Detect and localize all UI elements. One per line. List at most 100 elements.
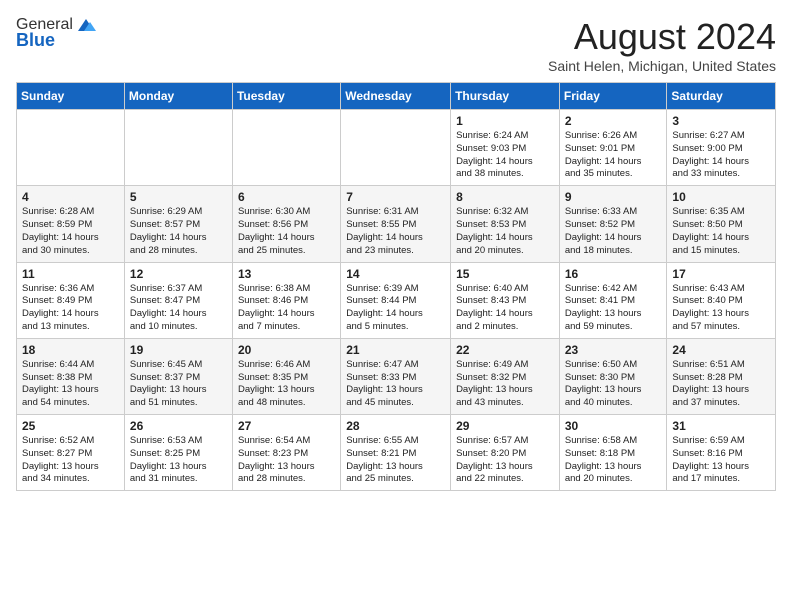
calendar-cell-w1d6: 10Sunrise: 6:35 AMSunset: 8:50 PMDayligh…: [667, 186, 776, 262]
cell-line-3: and 37 minutes.: [672, 397, 740, 408]
day-number: 3: [672, 114, 770, 128]
day-number: 17: [672, 267, 770, 281]
day-number: 24: [672, 343, 770, 357]
cell-line-2: Daylight: 13 hours: [565, 384, 642, 395]
title-block: August 2024 Saint Helen, Michigan, Unite…: [548, 16, 776, 74]
cell-text: Sunrise: 6:51 AMSunset: 8:28 PMDaylight:…: [672, 359, 770, 410]
cell-line-3: and 22 minutes.: [456, 473, 524, 484]
cell-text: Sunrise: 6:26 AMSunset: 9:01 PMDaylight:…: [565, 130, 662, 181]
cell-line-1: Sunset: 8:33 PM: [346, 372, 416, 383]
logo: General Blue: [16, 16, 96, 51]
week-row-4: 25Sunrise: 6:52 AMSunset: 8:27 PMDayligh…: [17, 415, 776, 491]
cell-text: Sunrise: 6:46 AMSunset: 8:35 PMDaylight:…: [238, 359, 335, 410]
cell-line-3: and 30 minutes.: [22, 245, 90, 256]
cell-text: Sunrise: 6:42 AMSunset: 8:41 PMDaylight:…: [565, 283, 662, 334]
calendar-cell-w2d2: 13 Sunrise: 6:38 AMSunset: 8:46 PMDayligh…: [232, 262, 340, 338]
day-number: 14: [346, 267, 445, 281]
cell-line-0: Sunrise: 6:46 AM: [238, 359, 310, 370]
cell-line-0: Sunrise: 6:27 AM: [672, 130, 744, 141]
cell-line-1: Sunset: 8:38 PM: [22, 372, 92, 383]
cell-line-3: and 38 minutes.: [456, 168, 524, 179]
cell-text: Sunrise: 6:49 AMSunset: 8:32 PMDaylight:…: [456, 359, 554, 410]
calendar-cell-w0d4: 1Sunrise: 6:24 AMSunset: 9:03 PMDaylight…: [451, 110, 560, 186]
cell-line-0: Sunrise: 6:58 AM: [565, 435, 637, 446]
cell-text: Sunrise: 6:57 AMSunset: 8:20 PMDaylight:…: [456, 435, 554, 486]
cell-text: Sunrise: 6:27 AMSunset: 9:00 PMDaylight:…: [672, 130, 770, 181]
cell-line-3: and 28 minutes.: [130, 245, 198, 256]
cell-line-3: and 7 minutes.: [238, 321, 300, 332]
cell-line-0: Sunrise: 6:30 AM: [238, 206, 310, 217]
day-number: 13: [238, 267, 335, 281]
calendar-cell-w0d3: [341, 110, 451, 186]
cell-line-0: Sunrise: 6:32 AM: [456, 206, 528, 217]
cell-line-1: Sunset: 8:49 PM: [22, 295, 92, 306]
cell-text: Sunrise: 6:52 AMSunset: 8:27 PMDaylight:…: [22, 435, 119, 486]
day-number: 6: [238, 190, 335, 204]
cell-line-2: Daylight: 13 hours: [22, 384, 99, 395]
cell-line-2: Daylight: 13 hours: [346, 384, 423, 395]
calendar-cell-w4d5: 30 Sunrise: 6:58 AMSunset: 8:18 PMDayligh…: [559, 415, 667, 491]
calendar-cell-w3d5: 23Sunrise: 6:50 AMSunset: 8:30 PMDayligh…: [559, 338, 667, 414]
weekday-header-tuesday: Tuesday: [232, 83, 340, 110]
cell-text: Sunrise: 6:58 AMSunset: 8:18 PMDaylight:…: [565, 435, 662, 486]
cell-line-3: and 33 minutes.: [672, 168, 740, 179]
calendar-cell-w1d4: 8Sunrise: 6:32 AMSunset: 8:53 PMDaylight…: [451, 186, 560, 262]
cell-line-0: Sunrise: 6:26 AM: [565, 130, 637, 141]
cell-line-2: Daylight: 13 hours: [672, 308, 749, 319]
cell-line-2: Daylight: 14 hours: [565, 232, 642, 243]
cell-line-1: Sunset: 8:57 PM: [130, 219, 200, 230]
cell-text: Sunrise: 6:35 AMSunset: 8:50 PMDaylight:…: [672, 206, 770, 257]
weekday-header-friday: Friday: [559, 83, 667, 110]
cell-line-0: Sunrise: 6:52 AM: [22, 435, 94, 446]
cell-line-1: Sunset: 9:03 PM: [456, 143, 526, 154]
cell-line-1: Sunset: 9:01 PM: [565, 143, 635, 154]
day-number: 30: [565, 419, 662, 433]
location-text: Saint Helen, Michigan, United States: [548, 58, 776, 74]
cell-line-3: and 2 minutes.: [456, 321, 518, 332]
cell-line-2: Daylight: 13 hours: [130, 461, 207, 472]
day-number: 2: [565, 114, 662, 128]
cell-line-1: Sunset: 8:16 PM: [672, 448, 742, 459]
week-row-1: 4Sunrise: 6:28 AMSunset: 8:59 PMDaylight…: [17, 186, 776, 262]
cell-text: Sunrise: 6:37 AMSunset: 8:47 PMDaylight:…: [130, 283, 227, 334]
weekday-header-saturday: Saturday: [667, 83, 776, 110]
cell-text: Sunrise: 6:40 AMSunset: 8:43 PMDaylight:…: [456, 283, 554, 334]
cell-text: Sunrise: 6:53 AMSunset: 8:25 PMDaylight:…: [130, 435, 227, 486]
calendar-cell-w2d3: 14 Sunrise: 6:39 AMSunset: 8:44 PMDayligh…: [341, 262, 451, 338]
page-header: General Blue August 2024 Saint Helen, Mi…: [16, 16, 776, 74]
calendar-cell-w3d2: 20Sunrise: 6:46 AMSunset: 8:35 PMDayligh…: [232, 338, 340, 414]
cell-text: Sunrise: 6:47 AMSunset: 8:33 PMDaylight:…: [346, 359, 445, 410]
cell-line-3: and 31 minutes.: [130, 473, 198, 484]
cell-line-1: Sunset: 8:41 PM: [565, 295, 635, 306]
cell-text: Sunrise: 6:59 AMSunset: 8:16 PMDaylight:…: [672, 435, 770, 486]
cell-line-0: Sunrise: 6:35 AM: [672, 206, 744, 217]
cell-line-1: Sunset: 8:30 PM: [565, 372, 635, 383]
cell-text: Sunrise: 6:38 AMSunset: 8:46 PMDaylight:…: [238, 283, 335, 334]
cell-text: Sunrise: 6:30 AMSunset: 8:56 PMDaylight:…: [238, 206, 335, 257]
cell-line-2: Daylight: 13 hours: [456, 461, 533, 472]
cell-line-0: Sunrise: 6:42 AM: [565, 283, 637, 294]
cell-line-3: and 28 minutes.: [238, 473, 306, 484]
month-title: August 2024: [548, 16, 776, 58]
cell-line-1: Sunset: 8:56 PM: [238, 219, 308, 230]
day-number: 1: [456, 114, 554, 128]
day-number: 28: [346, 419, 445, 433]
cell-line-0: Sunrise: 6:37 AM: [130, 283, 202, 294]
cell-line-1: Sunset: 8:37 PM: [130, 372, 200, 383]
cell-line-0: Sunrise: 6:44 AM: [22, 359, 94, 370]
cell-line-0: Sunrise: 6:59 AM: [672, 435, 744, 446]
cell-text: Sunrise: 6:39 AMSunset: 8:44 PMDaylight:…: [346, 283, 445, 334]
cell-line-1: Sunset: 8:20 PM: [456, 448, 526, 459]
day-number: 15: [456, 267, 554, 281]
cell-line-0: Sunrise: 6:39 AM: [346, 283, 418, 294]
day-number: 16: [565, 267, 662, 281]
cell-line-3: and 51 minutes.: [130, 397, 198, 408]
cell-line-2: Daylight: 13 hours: [672, 384, 749, 395]
cell-text: Sunrise: 6:55 AMSunset: 8:21 PMDaylight:…: [346, 435, 445, 486]
calendar-cell-w0d1: [124, 110, 232, 186]
calendar-cell-w3d4: 22Sunrise: 6:49 AMSunset: 8:32 PMDayligh…: [451, 338, 560, 414]
cell-line-2: Daylight: 14 hours: [130, 232, 207, 243]
cell-line-1: Sunset: 8:52 PM: [565, 219, 635, 230]
cell-line-1: Sunset: 8:59 PM: [22, 219, 92, 230]
weekday-header-sunday: Sunday: [17, 83, 125, 110]
